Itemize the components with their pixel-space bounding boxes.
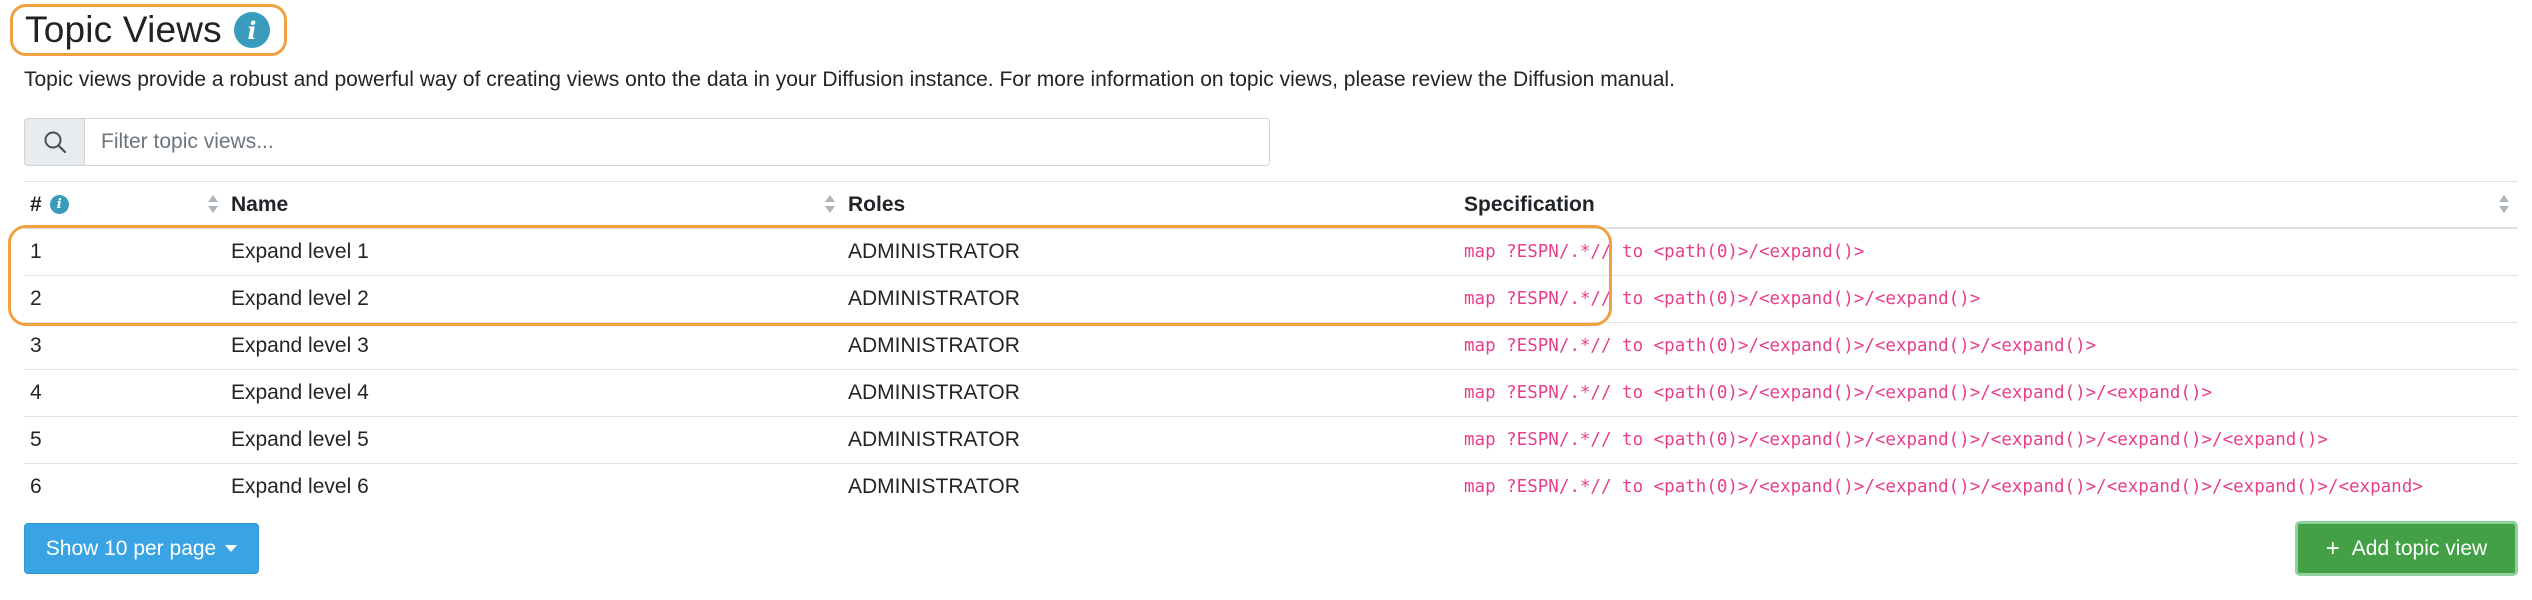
table-row[interactable]: 2 Expand level 2 ADMINISTRATOR map ?ESPN… xyxy=(24,276,2518,323)
column-name-label: Name xyxy=(231,192,289,216)
row-specification: map ?ESPN/.*// to <path(0)>/<expand()>/<… xyxy=(1464,477,2423,497)
add-topic-view-button[interactable]: + Add topic view xyxy=(2295,521,2518,576)
row-name: Expand level 4 xyxy=(231,381,369,404)
row-specification: map ?ESPN/.*// to <path(0)>/<expand()>/<… xyxy=(1464,289,1981,309)
row-number: 2 xyxy=(30,287,42,310)
column-spec-label: Specification xyxy=(1464,192,1595,216)
title-highlight: Topic Views i xyxy=(10,4,287,56)
row-specification: map ?ESPN/.*// to <path(0)>/<expand()>/<… xyxy=(1464,383,2213,403)
table-row[interactable]: 6 Expand level 6 ADMINISTRATOR map ?ESPN… xyxy=(24,464,2518,510)
plus-icon: + xyxy=(2325,534,2340,562)
row-roles: ADMINISTRATOR xyxy=(848,475,1020,498)
add-topic-view-label: Add topic view xyxy=(2351,536,2488,560)
table-row[interactable]: 3 Expand level 3 ADMINISTRATOR map ?ESPN… xyxy=(24,323,2518,370)
page-size-dropdown-button[interactable]: Show 10 per page xyxy=(24,523,259,574)
caret-down-icon xyxy=(225,545,238,552)
sort-icon-number[interactable] xyxy=(207,192,219,216)
row-name: Expand level 2 xyxy=(231,287,369,310)
row-specification: map ?ESPN/.*// to <path(0)>/<expand()> xyxy=(1464,242,1865,262)
topic-views-table: # i Name Roles Specification 1 Expand le… xyxy=(24,181,2518,510)
row-specification: map ?ESPN/.*// to <path(0)>/<expand()>/<… xyxy=(1464,430,2328,450)
column-header-roles: Roles xyxy=(848,182,905,227)
row-specification: map ?ESPN/.*// to <path(0)>/<expand()>/<… xyxy=(1464,336,2097,356)
row-number: 6 xyxy=(30,475,42,498)
topic-views-page: Topic Views i Topic views provide a robu… xyxy=(0,0,2532,600)
sort-icon-name[interactable] xyxy=(824,192,836,216)
table-row[interactable]: 5 Expand level 5 ADMINISTRATOR map ?ESPN… xyxy=(24,417,2518,464)
row-roles: ADMINISTRATOR xyxy=(848,240,1020,263)
column-number-label: # xyxy=(30,192,42,216)
row-name: Expand level 5 xyxy=(231,428,369,451)
search-group xyxy=(24,118,1270,166)
sort-icon-specification[interactable] xyxy=(2498,192,2510,216)
filter-topic-views-input[interactable] xyxy=(84,118,1270,166)
info-icon[interactable]: i xyxy=(233,12,270,48)
row-roles: ADMINISTRATOR xyxy=(848,334,1020,357)
search-icon xyxy=(24,118,84,166)
row-number: 1 xyxy=(30,240,42,263)
intro-text: Topic views provide a robust and powerfu… xyxy=(24,68,1675,91)
column-info-icon[interactable]: i xyxy=(49,195,69,214)
page-size-label: Show 10 per page xyxy=(45,536,217,560)
page-title: Topic Views xyxy=(25,9,222,50)
column-roles-label: Roles xyxy=(848,192,906,216)
table-body: 1 Expand level 1 ADMINISTRATOR map ?ESPN… xyxy=(24,229,2518,510)
table-row[interactable]: 1 Expand level 1 ADMINISTRATOR map ?ESPN… xyxy=(24,229,2518,276)
table-row[interactable]: 4 Expand level 4 ADMINISTRATOR map ?ESPN… xyxy=(24,370,2518,417)
table-header: # i Name Roles Specification xyxy=(24,182,2518,229)
row-roles: ADMINISTRATOR xyxy=(848,287,1020,310)
row-name: Expand level 3 xyxy=(231,334,369,357)
row-name: Expand level 1 xyxy=(231,240,369,263)
row-roles: ADMINISTRATOR xyxy=(848,428,1020,451)
column-header-specification[interactable]: Specification xyxy=(1464,182,1595,227)
column-header-name[interactable]: Name xyxy=(231,182,288,227)
row-name: Expand level 6 xyxy=(231,475,369,498)
column-header-number[interactable]: # i xyxy=(30,182,69,227)
row-number: 3 xyxy=(30,334,42,357)
row-number: 5 xyxy=(30,428,42,451)
row-roles: ADMINISTRATOR xyxy=(848,381,1020,404)
row-number: 4 xyxy=(30,381,42,404)
